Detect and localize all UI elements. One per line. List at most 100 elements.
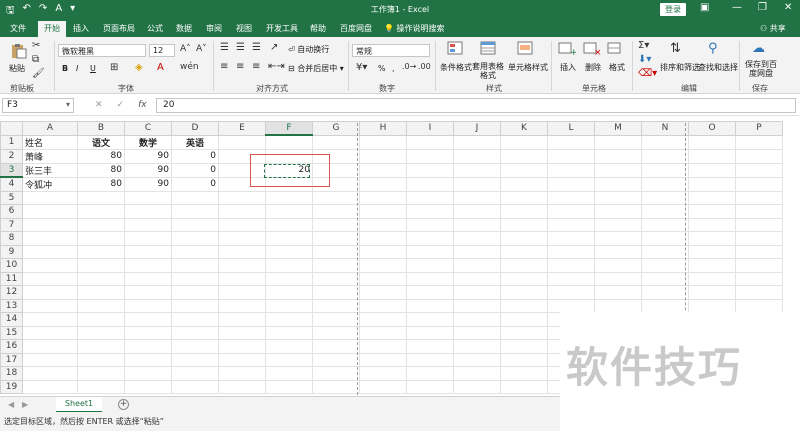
cell-a8[interactable] xyxy=(22,231,78,246)
cell-n8[interactable] xyxy=(641,231,689,246)
cell-f13[interactable] xyxy=(265,298,313,313)
cell-c3[interactable]: 90 xyxy=(124,162,172,178)
cell-n11[interactable] xyxy=(641,271,689,286)
cell-k12[interactable] xyxy=(500,285,548,300)
cell-h11[interactable] xyxy=(359,271,407,286)
cell-k8[interactable] xyxy=(500,231,548,246)
column-header-a[interactable]: A xyxy=(22,121,78,136)
cell-g20[interactable] xyxy=(312,393,360,394)
cell-m9[interactable] xyxy=(594,244,642,259)
cell-d1[interactable]: 英语 xyxy=(171,134,219,150)
cell-h20[interactable] xyxy=(359,393,407,394)
cell-e5[interactable] xyxy=(218,190,266,205)
cell-j16[interactable] xyxy=(453,339,501,354)
cut-icon[interactable]: ✂ xyxy=(32,40,40,51)
tab-data[interactable]: 数据 xyxy=(176,23,192,34)
cell-b13[interactable] xyxy=(77,298,125,313)
delete-cells-label[interactable]: 删除 xyxy=(585,62,601,73)
cell-a4[interactable]: 令狐冲 xyxy=(22,176,78,192)
column-header-p[interactable]: P xyxy=(735,121,783,136)
decrease-decimal-icon[interactable]: .00 xyxy=(418,62,431,71)
cell-h18[interactable] xyxy=(359,366,407,381)
share-button[interactable]: ⚇ 共享 xyxy=(760,23,786,34)
column-header-j[interactable]: J xyxy=(453,121,501,136)
cell-l10[interactable] xyxy=(547,258,595,273)
cell-d19[interactable] xyxy=(171,379,219,394)
cell-i10[interactable] xyxy=(406,258,454,273)
cell-a11[interactable] xyxy=(22,271,78,286)
cell-j15[interactable] xyxy=(453,325,501,340)
cell-b12[interactable] xyxy=(77,285,125,300)
cell-l2[interactable] xyxy=(547,148,595,164)
row-header[interactable]: 11 xyxy=(0,271,23,286)
cell-c10[interactable] xyxy=(124,258,172,273)
cell-j1[interactable] xyxy=(453,134,501,150)
row-header[interactable]: 18 xyxy=(0,366,23,381)
cell-b5[interactable] xyxy=(77,190,125,205)
cell-l4[interactable] xyxy=(547,176,595,192)
cell-p8[interactable] xyxy=(735,231,783,246)
cell-f16[interactable] xyxy=(265,339,313,354)
cell-c1[interactable]: 数学 xyxy=(124,134,172,150)
cell-c11[interactable] xyxy=(124,271,172,286)
cell-g16[interactable] xyxy=(312,339,360,354)
number-format-select[interactable]: 常规 xyxy=(352,44,430,57)
conditional-format-icon[interactable] xyxy=(447,41,465,57)
cell-l6[interactable] xyxy=(547,204,595,219)
minimize-icon[interactable]: — xyxy=(732,2,742,13)
cell-m12[interactable] xyxy=(594,285,642,300)
cell-k1[interactable] xyxy=(500,134,548,150)
cell-j8[interactable] xyxy=(453,231,501,246)
cell-j2[interactable] xyxy=(453,148,501,164)
cell-p9[interactable] xyxy=(735,244,783,259)
increase-decimal-icon[interactable]: .0→ xyxy=(402,62,416,71)
row-header[interactable]: 4 xyxy=(0,176,23,192)
cell-b9[interactable] xyxy=(77,244,125,259)
cell-d2[interactable]: 0 xyxy=(171,148,219,164)
tab-home[interactable]: 开始 xyxy=(38,21,66,37)
column-header-c[interactable]: C xyxy=(124,121,172,136)
shrink-font-icon[interactable]: A˅ xyxy=(196,44,207,54)
column-header-e[interactable]: E xyxy=(218,121,266,136)
cell-d14[interactable] xyxy=(171,312,219,327)
cell-d9[interactable] xyxy=(171,244,219,259)
cell-p10[interactable] xyxy=(735,258,783,273)
cell-a3[interactable]: 张三丰 xyxy=(22,162,78,178)
cell-j19[interactable] xyxy=(453,379,501,394)
cell-i18[interactable] xyxy=(406,366,454,381)
cell-e20[interactable] xyxy=(218,393,266,394)
row-header[interactable]: 20 xyxy=(0,393,23,394)
cell-c16[interactable] xyxy=(124,339,172,354)
cell-g7[interactable] xyxy=(312,217,360,232)
cell-i20[interactable] xyxy=(406,393,454,394)
cell-j14[interactable] xyxy=(453,312,501,327)
comma-button[interactable]: , xyxy=(392,64,395,73)
cell-m2[interactable] xyxy=(594,148,642,164)
baidu-cloud-icon[interactable]: ☁ xyxy=(752,41,765,56)
tab-developer[interactable]: 开发工具 xyxy=(266,23,298,34)
cell-styles-icon[interactable] xyxy=(517,41,535,57)
cell-e18[interactable] xyxy=(218,366,266,381)
wrap-text-button[interactable]: ⏎ 自动换行 xyxy=(288,44,329,55)
cell-g13[interactable] xyxy=(312,298,360,313)
cell-f7[interactable] xyxy=(265,217,313,232)
column-header-o[interactable]: O xyxy=(688,121,736,136)
cell-j7[interactable] xyxy=(453,217,501,232)
cell-k6[interactable] xyxy=(500,204,548,219)
column-header-n[interactable]: N xyxy=(641,121,689,136)
cell-e13[interactable] xyxy=(218,298,266,313)
cell-c18[interactable] xyxy=(124,366,172,381)
cell-h16[interactable] xyxy=(359,339,407,354)
cell-o6[interactable] xyxy=(688,204,736,219)
cell-h3[interactable] xyxy=(359,162,407,178)
cell-i7[interactable] xyxy=(406,217,454,232)
row-header[interactable]: 15 xyxy=(0,325,23,340)
cell-j3[interactable] xyxy=(453,162,501,178)
cell-h8[interactable] xyxy=(359,231,407,246)
cell-n2[interactable] xyxy=(641,148,689,164)
ribbon-display-icon[interactable]: ▣ xyxy=(700,2,709,13)
cell-b4[interactable]: 80 xyxy=(77,176,125,192)
cell-p4[interactable] xyxy=(735,176,783,192)
cell-h17[interactable] xyxy=(359,352,407,367)
cell-k14[interactable] xyxy=(500,312,548,327)
